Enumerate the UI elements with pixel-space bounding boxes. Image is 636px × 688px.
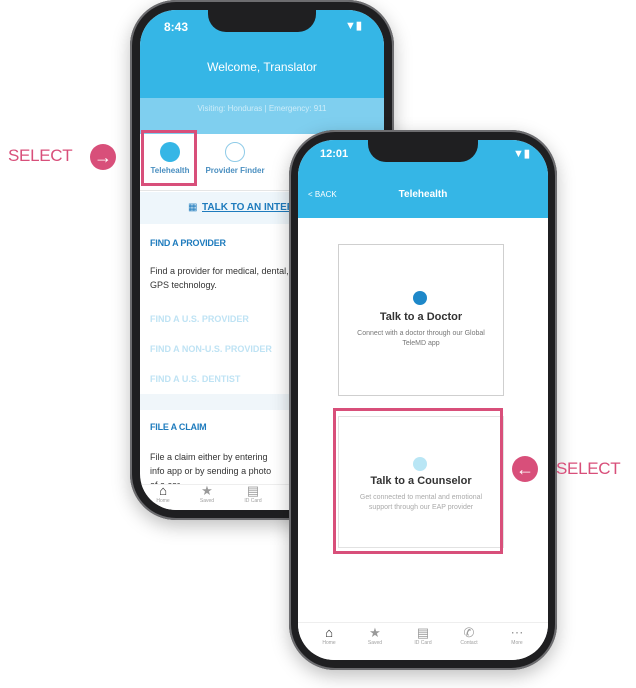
nav2-idcard-label: ID Card xyxy=(414,640,432,646)
info-banner: Visiting: Honduras | Emergency: 911 xyxy=(140,98,384,134)
nav2-home[interactable]: ⌂ Home xyxy=(314,625,344,647)
telehealth-highlight xyxy=(141,130,197,186)
star-icon-2: ★ xyxy=(369,625,381,640)
arrow-left-icon: ← xyxy=(512,456,538,482)
welcome-title: Welcome, Translator xyxy=(207,60,317,74)
find-provider-title: FIND A PROVIDER xyxy=(150,238,226,248)
counselor-highlight xyxy=(333,408,503,554)
phone-2-screen: 12:01 ▼▮ < BACK Telehealth Talk to a Doc… xyxy=(298,140,548,660)
home-icon: ⌂ xyxy=(159,483,167,498)
link-us-dentist[interactable]: FIND A U.S. DENTIST xyxy=(150,374,240,384)
status-time: 8:43 xyxy=(164,20,189,34)
nav2-contact[interactable]: ✆ Contact xyxy=(454,625,484,647)
id-card-icon-2: ▤ xyxy=(416,625,430,640)
nav2-more-label: More xyxy=(511,640,523,646)
status-time-2: 12:01 xyxy=(320,148,349,160)
nav2-home-label: Home xyxy=(322,640,336,646)
tab-provider-finder[interactable]: Provider Finder xyxy=(200,138,270,186)
home-icon-2: ⌂ xyxy=(325,625,333,640)
nav-saved-label: Saved xyxy=(199,498,215,504)
nav2-contact-label: Contact xyxy=(460,640,478,646)
arrow-right-icon: → xyxy=(90,144,116,170)
select-callout-left: SELECT xyxy=(8,146,73,165)
nav2-idcard[interactable]: ▤ ID Card xyxy=(408,625,438,647)
id-card-icon: ▤ xyxy=(246,483,260,498)
file-claim-title: FILE A CLAIM xyxy=(150,422,207,432)
nav2-saved[interactable]: ★ Saved xyxy=(360,625,390,647)
notch xyxy=(208,10,316,32)
phone-2-frame: 12:01 ▼▮ < BACK Telehealth Talk to a Doc… xyxy=(289,130,557,670)
doctor-card-subtitle: Connect with a doctor through our Global… xyxy=(357,330,485,347)
phone-icon: ✆ xyxy=(463,625,475,640)
select-callout-right: SELECT xyxy=(556,459,621,478)
link-us-provider[interactable]: FIND A U.S. PROVIDER xyxy=(150,314,249,324)
interpreter-button-label: TALK TO AN INTER xyxy=(202,202,295,213)
nav-saved[interactable]: ★ Saved xyxy=(192,483,222,505)
link-non-us-provider[interactable]: FIND A NON-U.S. PROVIDER xyxy=(150,344,272,354)
star-icon: ★ xyxy=(201,483,213,498)
nav-home[interactable]: ⌂ Home xyxy=(148,483,178,505)
battery-icon: ▼▮ xyxy=(345,20,362,32)
tab-provider-finder-label: Provider Finder xyxy=(205,166,265,175)
nav2-more[interactable]: ⋯ More xyxy=(502,625,532,647)
interpreter-icon: ▦ xyxy=(188,202,198,213)
nav-home-label: Home xyxy=(156,498,170,504)
nav-idcard-label: ID Card xyxy=(244,498,262,504)
doctor-icon xyxy=(413,291,427,305)
screen-title: Telehealth xyxy=(398,189,448,200)
notch-2 xyxy=(368,140,478,162)
nav-idcard[interactable]: ▤ ID Card xyxy=(238,483,268,505)
nav2-saved-label: Saved xyxy=(367,640,383,646)
more-icon: ⋯ xyxy=(510,625,524,640)
talk-to-doctor-card[interactable]: Talk to a Doctor Connect with a doctor t… xyxy=(338,244,504,396)
doctor-card-title: Talk to a Doctor xyxy=(379,311,463,323)
battery-icon-2: ▼▮ xyxy=(513,148,530,160)
location-icon xyxy=(225,142,245,162)
banner-text: Visiting: Honduras | Emergency: 911 xyxy=(197,104,327,113)
